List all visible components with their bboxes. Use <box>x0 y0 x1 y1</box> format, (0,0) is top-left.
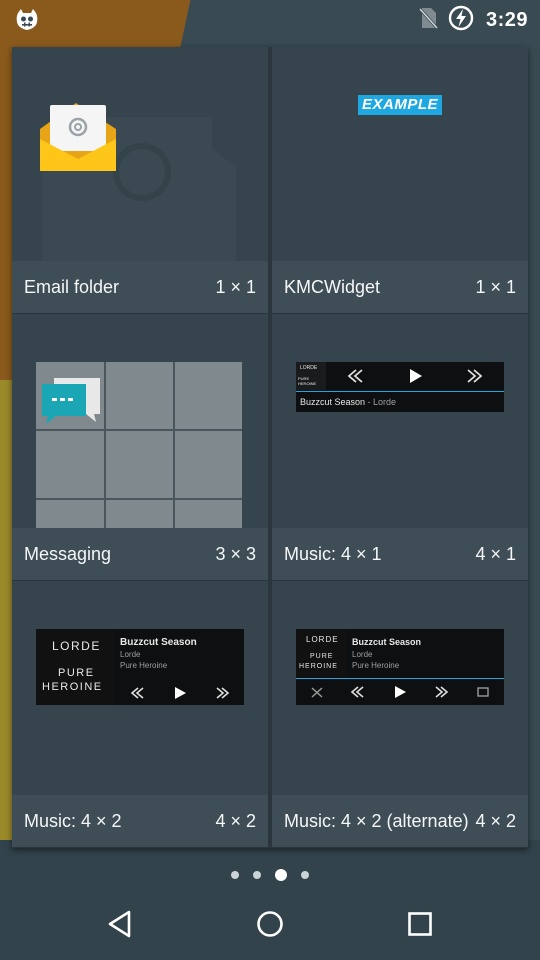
shuffle-icon <box>311 687 323 698</box>
page-dot <box>231 871 239 879</box>
next-icon <box>435 686 449 698</box>
music-4x2-alt-preview: LORDE PURE HEROINE Buzzcut Season Lorde … <box>296 629 504 705</box>
widget-size: 4 × 2 <box>475 810 516 831</box>
widget-size: 3 × 3 <box>215 543 256 564</box>
previous-icon <box>130 687 144 699</box>
widget-name: Music: 4 × 2 <box>24 810 122 831</box>
music-4x2-preview: LORDE PURE HEROINE Buzzcut Season Lorde … <box>36 629 244 705</box>
home-icon <box>257 911 283 937</box>
track-title: Buzzcut Season <box>352 637 422 647</box>
previous-icon <box>350 686 364 698</box>
track-title: Buzzcut Season <box>120 637 197 648</box>
widget-name: Music: 4 × 2 (alternate) <box>284 810 469 831</box>
page-dot <box>253 871 261 879</box>
email-envelope-icon <box>40 103 116 171</box>
widget-size: 1 × 1 <box>215 276 256 297</box>
messaging-bubble-icon <box>42 378 100 424</box>
back-icon <box>108 910 131 938</box>
page-dot-current <box>275 869 287 881</box>
album-art: LORDE PURE HEROINE <box>296 362 326 390</box>
album-art: LORDE PURE HEROINE <box>36 629 114 705</box>
example-badge: EXAMPLE <box>358 95 442 115</box>
widget-name: Music: 4 × 1 <box>284 543 382 564</box>
widget-name: KMCWidget <box>284 276 381 297</box>
repeat-icon <box>477 687 489 697</box>
widget-preview <box>12 47 268 261</box>
widget-size: 4 × 2 <box>215 810 256 831</box>
album-name: Pure Heroine <box>352 661 400 670</box>
widget-footer: Music: 4 × 2 (alternate) 4 × 2 <box>272 795 528 847</box>
album-name: Pure Heroine <box>120 661 168 670</box>
widget-email-folder[interactable]: Email folder 1 × 1 <box>12 47 268 313</box>
no-sim-icon <box>418 6 439 35</box>
widget-messaging[interactable]: Messaging 3 × 3 <box>12 314 268 580</box>
widget-music-4x2-alternate[interactable]: LORDE PURE HEROINE Buzzcut Season Lorde … <box>272 581 528 847</box>
widget-name: Email folder <box>24 276 120 297</box>
widget-name: Messaging <box>24 543 112 564</box>
widget-preview: LORDE PURE HEROINE Buzzcut Season - Lord… <box>272 314 528 528</box>
clock: 3:29 <box>485 8 528 31</box>
home-button[interactable] <box>240 898 300 950</box>
widget-footer: Music: 4 × 2 4 × 2 <box>12 795 268 847</box>
page-indicator <box>0 868 540 882</box>
track-title: Buzzcut Season <box>300 397 366 407</box>
widget-size: 4 × 1 <box>475 543 516 564</box>
artist-name: Lorde <box>373 397 397 407</box>
recents-button[interactable] <box>390 898 450 950</box>
widget-footer: Messaging 3 × 3 <box>12 528 268 580</box>
play-icon <box>395 686 406 698</box>
next-icon <box>467 369 483 383</box>
widget-list: Email folder 1 × 1 EXAMPLE KMCWidget 1 ×… <box>12 47 528 848</box>
play-icon <box>410 369 422 383</box>
play-icon <box>175 687 186 699</box>
previous-icon <box>347 369 363 383</box>
widget-footer: Music: 4 × 1 4 × 1 <box>272 528 528 580</box>
widget-music-4x2[interactable]: LORDE PURE HEROINE Buzzcut Season Lorde … <box>12 581 268 847</box>
widget-preview: LORDE PURE HEROINE Buzzcut Season Lorde … <box>12 581 268 795</box>
next-icon <box>216 687 230 699</box>
widget-footer: Email folder 1 × 1 <box>12 261 268 313</box>
widget-music-4x1[interactable]: LORDE PURE HEROINE Buzzcut Season - Lord… <box>272 314 528 580</box>
cyanogen-mascot-icon <box>14 7 40 33</box>
back-button[interactable] <box>90 898 150 950</box>
widget-footer: KMCWidget 1 × 1 <box>272 261 528 313</box>
battery-charging-icon <box>448 5 474 36</box>
album-art: LORDE PURE HEROINE <box>296 629 346 677</box>
page-dot <box>301 871 309 879</box>
artist-name: Lorde <box>120 650 141 659</box>
navigation-bar <box>0 888 540 960</box>
recents-icon <box>408 912 432 936</box>
widget-preview: EXAMPLE <box>272 47 528 261</box>
artist-name: Lorde <box>352 650 373 659</box>
widget-preview <box>12 314 268 528</box>
widget-kmcwidget[interactable]: EXAMPLE KMCWidget 1 × 1 <box>272 47 528 313</box>
status-bar: 3:29 <box>0 0 540 40</box>
widget-preview: LORDE PURE HEROINE Buzzcut Season Lorde … <box>272 581 528 795</box>
widget-size: 1 × 1 <box>475 276 516 297</box>
music-4x1-preview: LORDE PURE HEROINE Buzzcut Season - Lord… <box>296 362 504 412</box>
